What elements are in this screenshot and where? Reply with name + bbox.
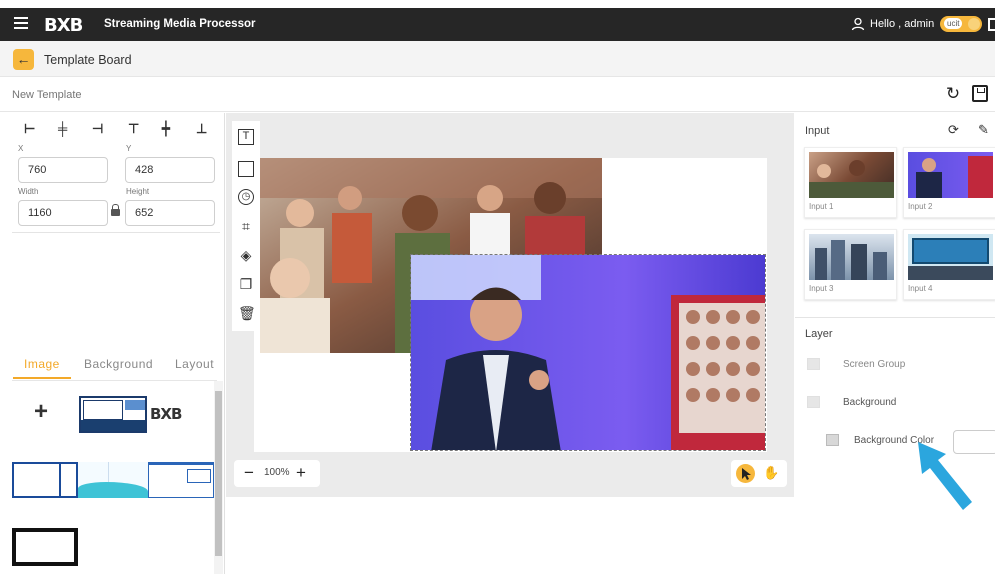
text-tool-icon[interactable]: T (238, 129, 254, 145)
layer-section-title: Layer (805, 328, 833, 340)
scrollbar-thumb[interactable] (215, 391, 222, 556)
width-label: Width (18, 187, 39, 196)
input-card-label: Input 2 (908, 202, 933, 211)
layer-screen-group[interactable]: Screen Group (843, 359, 905, 370)
menu-icon[interactable] (14, 17, 28, 32)
align-middle-v-icon[interactable]: ┿ (162, 121, 170, 137)
image-thumb-4[interactable] (78, 462, 148, 498)
y-field[interactable]: 428 (125, 157, 215, 183)
back-arrow-icon[interactable]: ← (13, 49, 34, 70)
add-image-button[interactable]: + (34, 398, 48, 426)
app-title: Streaming Media Processor (104, 18, 256, 30)
zoom-level: 100% (264, 467, 290, 478)
pointer-icon[interactable] (736, 464, 755, 483)
greeting: Hello , admin (870, 18, 935, 30)
app-logo: BXB (44, 15, 83, 36)
align-bottom-icon[interactable]: ⊥ (196, 121, 207, 137)
copy-tool-icon[interactable]: ❐ (238, 276, 254, 292)
image-thumb-2[interactable]: BXB (148, 402, 214, 422)
input-card-label: Input 1 (809, 202, 834, 211)
input-card-2[interactable]: Input 2 (903, 147, 995, 218)
zoom-controls: − 100% + (234, 460, 320, 487)
divider (795, 317, 995, 318)
input-card-label: Input 3 (809, 284, 834, 293)
x-field[interactable]: 760 (18, 157, 108, 183)
crop-tool-icon[interactable]: ⌗ (238, 218, 254, 234)
canvas-stage[interactable] (254, 158, 767, 452)
layer-checkbox[interactable] (826, 434, 839, 446)
sync-icon[interactable]: ⟳ (948, 122, 959, 138)
page-title: Template Board (44, 53, 132, 67)
input-card-3[interactable]: Input 3 (804, 229, 897, 300)
input-section-title: Input (805, 125, 830, 137)
left-panel: ⊢ ╪ ⊣ ⊤ ┿ ⊥ X Y 760 428 Width Height 116… (0, 113, 225, 574)
lock-icon[interactable] (111, 204, 120, 216)
save-icon[interactable] (972, 85, 988, 102)
image-thumb-1[interactable] (79, 396, 147, 433)
image-thumb-6[interactable] (12, 528, 78, 566)
height-field[interactable]: 652 (125, 200, 215, 226)
annotation-arrow-icon (918, 442, 972, 510)
align-center-h-icon[interactable]: ╪ (58, 121, 67, 136)
clock-tool-icon[interactable]: ◷ (238, 189, 254, 205)
layers-tool-icon[interactable]: ◈ (238, 247, 254, 263)
input-card-label: Input 4 (908, 284, 933, 293)
zoom-in-button[interactable]: + (296, 463, 306, 483)
logout-icon[interactable] (988, 18, 995, 31)
zoom-out-button[interactable]: − (244, 463, 254, 483)
align-top-icon[interactable]: ⊤ (128, 121, 139, 137)
speaker-image[interactable] (410, 254, 766, 451)
toggle-knob (968, 18, 980, 30)
toggle-label: ucit (944, 18, 963, 29)
active-tab-indicator (13, 377, 71, 379)
height-label: Height (126, 187, 150, 196)
refresh-icon[interactable]: ↻ (944, 85, 962, 103)
align-left-icon[interactable]: ⊢ (24, 121, 35, 137)
input-card-4[interactable]: Input 4 (903, 229, 995, 300)
layer-checkbox[interactable] (807, 396, 820, 408)
template-name-row: ↻ (0, 77, 995, 112)
hand-icon[interactable]: ✋ (763, 465, 779, 481)
cursor-mode-controls: ✋ (731, 460, 787, 487)
y-label: Y (126, 144, 132, 153)
mode-toggle[interactable]: ucit (940, 16, 982, 32)
image-thumb-5[interactable] (148, 462, 214, 498)
align-right-icon[interactable]: ⊣ (92, 121, 103, 137)
width-field[interactable]: 1160 (18, 200, 108, 226)
template-name-input[interactable] (12, 84, 612, 106)
x-label: X (18, 144, 24, 153)
tab-image[interactable]: Image (24, 357, 60, 371)
delete-tool-icon[interactable]: 🗑 (238, 305, 256, 321)
input-card-1[interactable]: Input 1 (804, 147, 897, 218)
tab-background[interactable]: Background (84, 357, 153, 371)
tab-layout[interactable]: Layout (175, 357, 214, 371)
user-icon[interactable] (851, 17, 865, 31)
edit-icon[interactable]: ✎ (978, 122, 989, 138)
folder-icon (807, 358, 820, 370)
image-thumb-3[interactable] (12, 462, 78, 498)
sub-header: ← Template Board (0, 41, 995, 77)
divider (12, 232, 220, 233)
alignment-toolbar: ⊢ ╪ ⊣ ⊤ ┿ ⊥ (20, 121, 220, 137)
layer-background[interactable]: Background (843, 397, 896, 408)
top-bar: BXB Streaming Media Processor Hello , ad… (0, 8, 995, 41)
rectangle-tool-icon[interactable] (238, 161, 254, 177)
